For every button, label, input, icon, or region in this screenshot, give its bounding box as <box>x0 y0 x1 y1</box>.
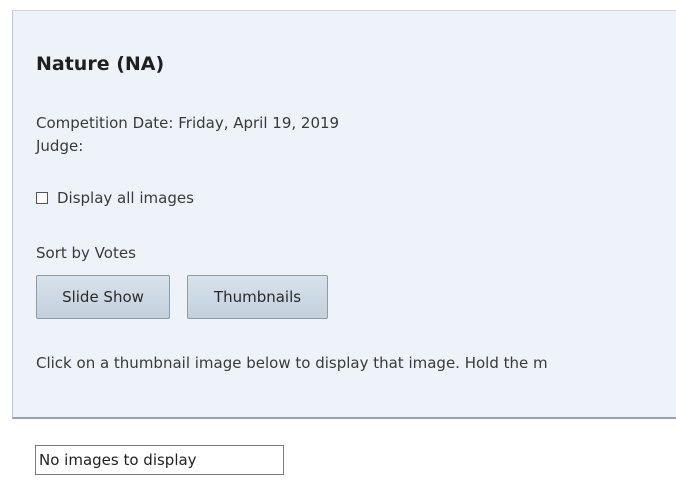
competition-panel: Nature (NA) Competition Date: Friday, Ap… <box>12 10 676 419</box>
competition-title: Nature (NA) <box>36 53 165 75</box>
judge-label: Judge: <box>36 137 84 155</box>
competition-date: Competition Date: Friday, April 19, 2019 <box>36 114 340 132</box>
slide-show-button[interactable]: Slide Show <box>36 275 170 319</box>
sort-label: Sort by Votes <box>36 244 136 262</box>
display-all-checkbox[interactable] <box>36 192 48 204</box>
no-images-message: No images to display <box>35 445 284 475</box>
display-all-checkbox-row[interactable]: Display all images <box>36 189 194 207</box>
instructions-text: Click on a thumbnail image below to disp… <box>36 354 548 372</box>
thumbnails-button[interactable]: Thumbnails <box>187 275 328 319</box>
display-all-label: Display all images <box>57 189 194 207</box>
